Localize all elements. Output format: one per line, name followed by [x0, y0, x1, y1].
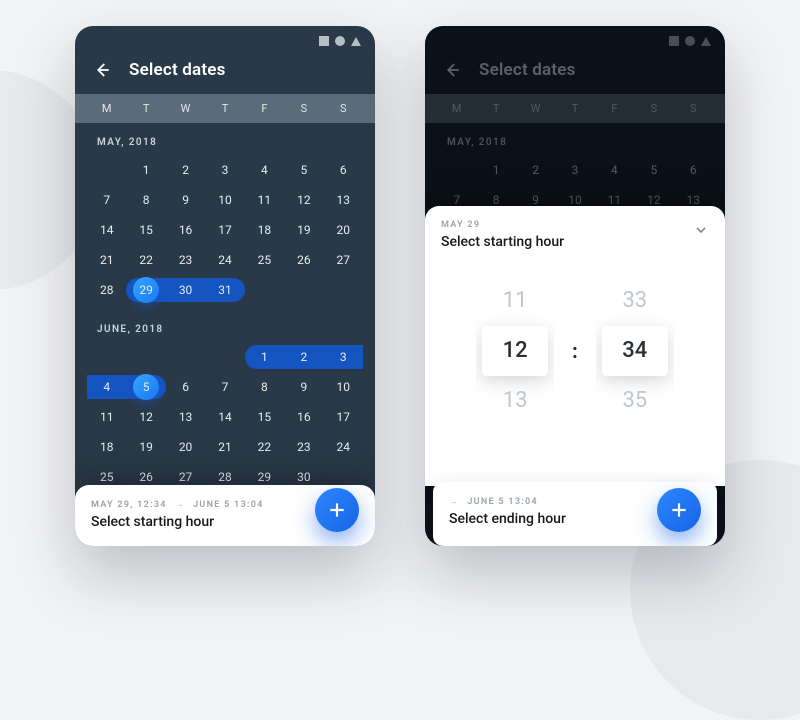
- hour-wheel[interactable]: 11 12 13: [476, 276, 554, 426]
- chevron-down-icon[interactable]: [693, 222, 709, 242]
- day-cell[interactable]: 7: [87, 188, 126, 212]
- day-cell[interactable]: 10: [324, 375, 363, 399]
- day-cell[interactable]: 9: [284, 375, 323, 399]
- day-cell[interactable]: 26: [284, 248, 323, 272]
- min-next: 35: [596, 376, 674, 426]
- status-bar: [319, 36, 361, 46]
- day-cell[interactable]: 8: [126, 188, 165, 212]
- day-cell[interactable]: 16: [166, 218, 205, 242]
- day-cell[interactable]: 6: [324, 158, 363, 182]
- day-cell[interactable]: 9: [166, 188, 205, 212]
- day-cell[interactable]: 23: [166, 248, 205, 272]
- day-cell[interactable]: 29: [126, 278, 165, 302]
- day-cell[interactable]: 5: [284, 158, 323, 182]
- day-cell[interactable]: 20: [166, 435, 205, 459]
- day-cell[interactable]: 19: [126, 435, 165, 459]
- day-cell[interactable]: 15: [245, 405, 284, 429]
- bottom-sheet: MAY 29, 12:34 → JUNE 5 13:04 Select star…: [75, 485, 375, 546]
- ending-hour-sheet: → JUNE 5 13:04 Select ending hour: [433, 482, 717, 546]
- month-label-may: MAY, 2018: [75, 123, 375, 154]
- calendar-month-may: 1234567891011121314151617181920212223242…: [75, 154, 375, 310]
- weekday-cell: S: [284, 102, 323, 115]
- page-title: Select dates: [129, 60, 226, 80]
- range-start-marker[interactable]: 29: [133, 277, 159, 303]
- time-sheet-heading: Select starting hour: [441, 234, 709, 250]
- day-cell[interactable]: 21: [87, 248, 126, 272]
- hour-next: 13: [476, 376, 554, 426]
- day-cell[interactable]: 18: [87, 435, 126, 459]
- time-picker-sheet: MAY 29 Select starting hour 11 12 13 :: [425, 206, 725, 486]
- day-cell[interactable]: 22: [126, 248, 165, 272]
- day-cell[interactable]: 12: [126, 405, 165, 429]
- day-cell[interactable]: 21: [205, 435, 244, 459]
- day-cell[interactable]: 7: [205, 375, 244, 399]
- day-cell[interactable]: 1: [245, 345, 284, 369]
- month-label-june: JUNE, 2018: [75, 310, 375, 341]
- day-cell[interactable]: 22: [245, 435, 284, 459]
- calendar-month-june: 1234567891011121314151617181920212223242…: [75, 341, 375, 497]
- time-colon: :: [572, 339, 578, 363]
- day-cell[interactable]: 17: [324, 405, 363, 429]
- day-cell[interactable]: 3: [324, 345, 363, 369]
- day-cell[interactable]: 23: [284, 435, 323, 459]
- day-cell[interactable]: 16: [284, 405, 323, 429]
- day-cell[interactable]: 24: [324, 435, 363, 459]
- day-cell[interactable]: 4: [87, 375, 126, 399]
- minute-wheel[interactable]: 33 34 35: [596, 276, 674, 426]
- arrow-right-icon: →: [175, 499, 185, 510]
- day-cell[interactable]: 6: [166, 375, 205, 399]
- day-cell[interactable]: 18: [245, 218, 284, 242]
- weekday-cell: M: [87, 102, 126, 115]
- back-icon[interactable]: [93, 61, 111, 79]
- day-cell[interactable]: 12: [284, 188, 323, 212]
- day-cell[interactable]: 3: [205, 158, 244, 182]
- arrow-right-icon: →: [449, 496, 459, 507]
- day-cell[interactable]: 25: [245, 248, 284, 272]
- weekday-cell: S: [324, 102, 363, 115]
- day-cell[interactable]: 24: [205, 248, 244, 272]
- min-selected: 34: [596, 326, 674, 376]
- weekday-cell: W: [166, 102, 205, 115]
- day-cell[interactable]: 28: [87, 278, 126, 302]
- day-cell[interactable]: 2: [284, 345, 323, 369]
- day-cell[interactable]: 14: [87, 218, 126, 242]
- day-cell[interactable]: 13: [324, 188, 363, 212]
- range-to: JUNE 5 13:04: [193, 500, 264, 510]
- day-cell[interactable]: 4: [245, 158, 284, 182]
- time-sheet-date: MAY 29: [441, 220, 480, 230]
- range-to: JUNE 5 13:04: [467, 497, 538, 507]
- day-cell[interactable]: 10: [205, 188, 244, 212]
- day-cell[interactable]: 14: [205, 405, 244, 429]
- hour-selected: 12: [476, 326, 554, 376]
- day-cell[interactable]: 15: [126, 218, 165, 242]
- hour-prev: 11: [476, 276, 554, 326]
- phone-select-dates: Select dates MTWTFSS MAY, 2018 123456789…: [75, 26, 375, 546]
- day-cell[interactable]: 30: [166, 278, 205, 302]
- day-cell[interactable]: 20: [324, 218, 363, 242]
- day-cell[interactable]: 19: [284, 218, 323, 242]
- range-end-marker[interactable]: 5: [133, 374, 159, 400]
- phone-select-time: Select dates MTWTFSS MAY, 2018 123456789…: [425, 26, 725, 546]
- weekday-cell: T: [205, 102, 244, 115]
- day-cell[interactable]: 1: [126, 158, 165, 182]
- range-from: MAY 29, 12:34: [91, 500, 167, 510]
- day-cell[interactable]: 13: [166, 405, 205, 429]
- add-button[interactable]: [657, 488, 701, 532]
- day-cell[interactable]: 27: [324, 248, 363, 272]
- day-cell[interactable]: 31: [205, 278, 244, 302]
- day-cell[interactable]: 11: [245, 188, 284, 212]
- add-button[interactable]: [315, 488, 359, 532]
- min-prev: 33: [596, 276, 674, 326]
- weekday-cell: F: [245, 102, 284, 115]
- day-cell[interactable]: 17: [205, 218, 244, 242]
- day-cell[interactable]: 8: [245, 375, 284, 399]
- weekday-header: MTWTFSS: [75, 94, 375, 123]
- weekday-cell: T: [126, 102, 165, 115]
- day-cell[interactable]: 11: [87, 405, 126, 429]
- day-cell[interactable]: 5: [126, 375, 165, 399]
- day-cell[interactable]: 2: [166, 158, 205, 182]
